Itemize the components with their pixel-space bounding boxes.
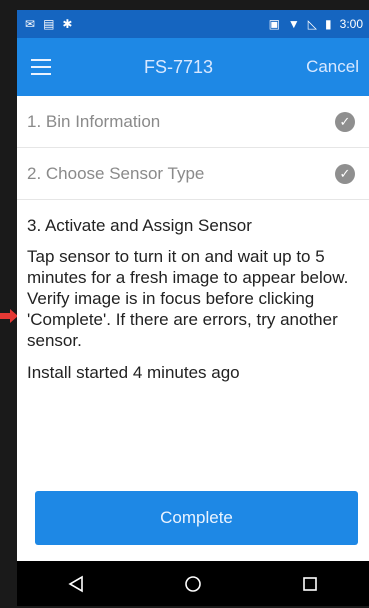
back-nav-button[interactable] <box>56 564 96 604</box>
notes-icon: ▤ <box>43 17 55 31</box>
check-circle-icon: ✓ <box>335 163 355 184</box>
bug-icon: ✱ <box>62 17 73 31</box>
step-bin-information[interactable]: 1. Bin Information ✓ <box>17 96 369 148</box>
recents-nav-button[interactable] <box>290 564 330 604</box>
home-nav-button[interactable] <box>173 564 213 604</box>
check-circle-icon: ✓ <box>335 111 355 132</box>
step-instructions: Tap sensor to turn it on and wait up to … <box>27 247 349 350</box>
active-step-title: 3. Activate and Assign Sensor <box>27 216 252 235</box>
complete-button[interactable]: Complete <box>35 491 358 545</box>
cast-icon: ▣ <box>268 17 280 31</box>
status-time: 3:00 <box>339 17 363 31</box>
cancel-button[interactable]: Cancel <box>306 57 359 77</box>
wifi-icon: ▼ <box>287 17 300 31</box>
back-triangle-icon <box>68 575 83 592</box>
step-choose-sensor-type[interactable]: 2. Choose Sensor Type ✓ <box>17 148 369 200</box>
step-activate-assign-sensor: 3. Activate and Assign Sensor Tap sensor… <box>17 200 369 383</box>
status-bar: ✉ ▤ ✱ ▣ ▼ ◺ ▮ 3:00 <box>17 10 369 38</box>
mail-icon: ✉ <box>25 17 36 31</box>
install-status-text: Install started 4 minutes ago <box>27 363 240 382</box>
system-nav-bar <box>17 561 369 606</box>
phone-screen: ✉ ▤ ✱ ▣ ▼ ◺ ▮ 3:00 FS-7713 Cancel 1. Bin… <box>17 10 369 606</box>
page-title: FS-7713 <box>144 56 214 77</box>
pointer-arrow-icon <box>0 309 18 323</box>
no-signal-icon: ◺ <box>307 17 318 31</box>
step-label: 1. Bin Information <box>27 111 161 131</box>
home-circle-icon <box>185 575 201 592</box>
recents-square-icon <box>303 576 318 591</box>
step-label: 2. Choose Sensor Type <box>27 163 205 183</box>
hamburger-menu-icon[interactable] <box>31 59 51 75</box>
app-toolbar: FS-7713 Cancel <box>17 38 369 96</box>
battery-icon: ▮ <box>325 17 332 31</box>
